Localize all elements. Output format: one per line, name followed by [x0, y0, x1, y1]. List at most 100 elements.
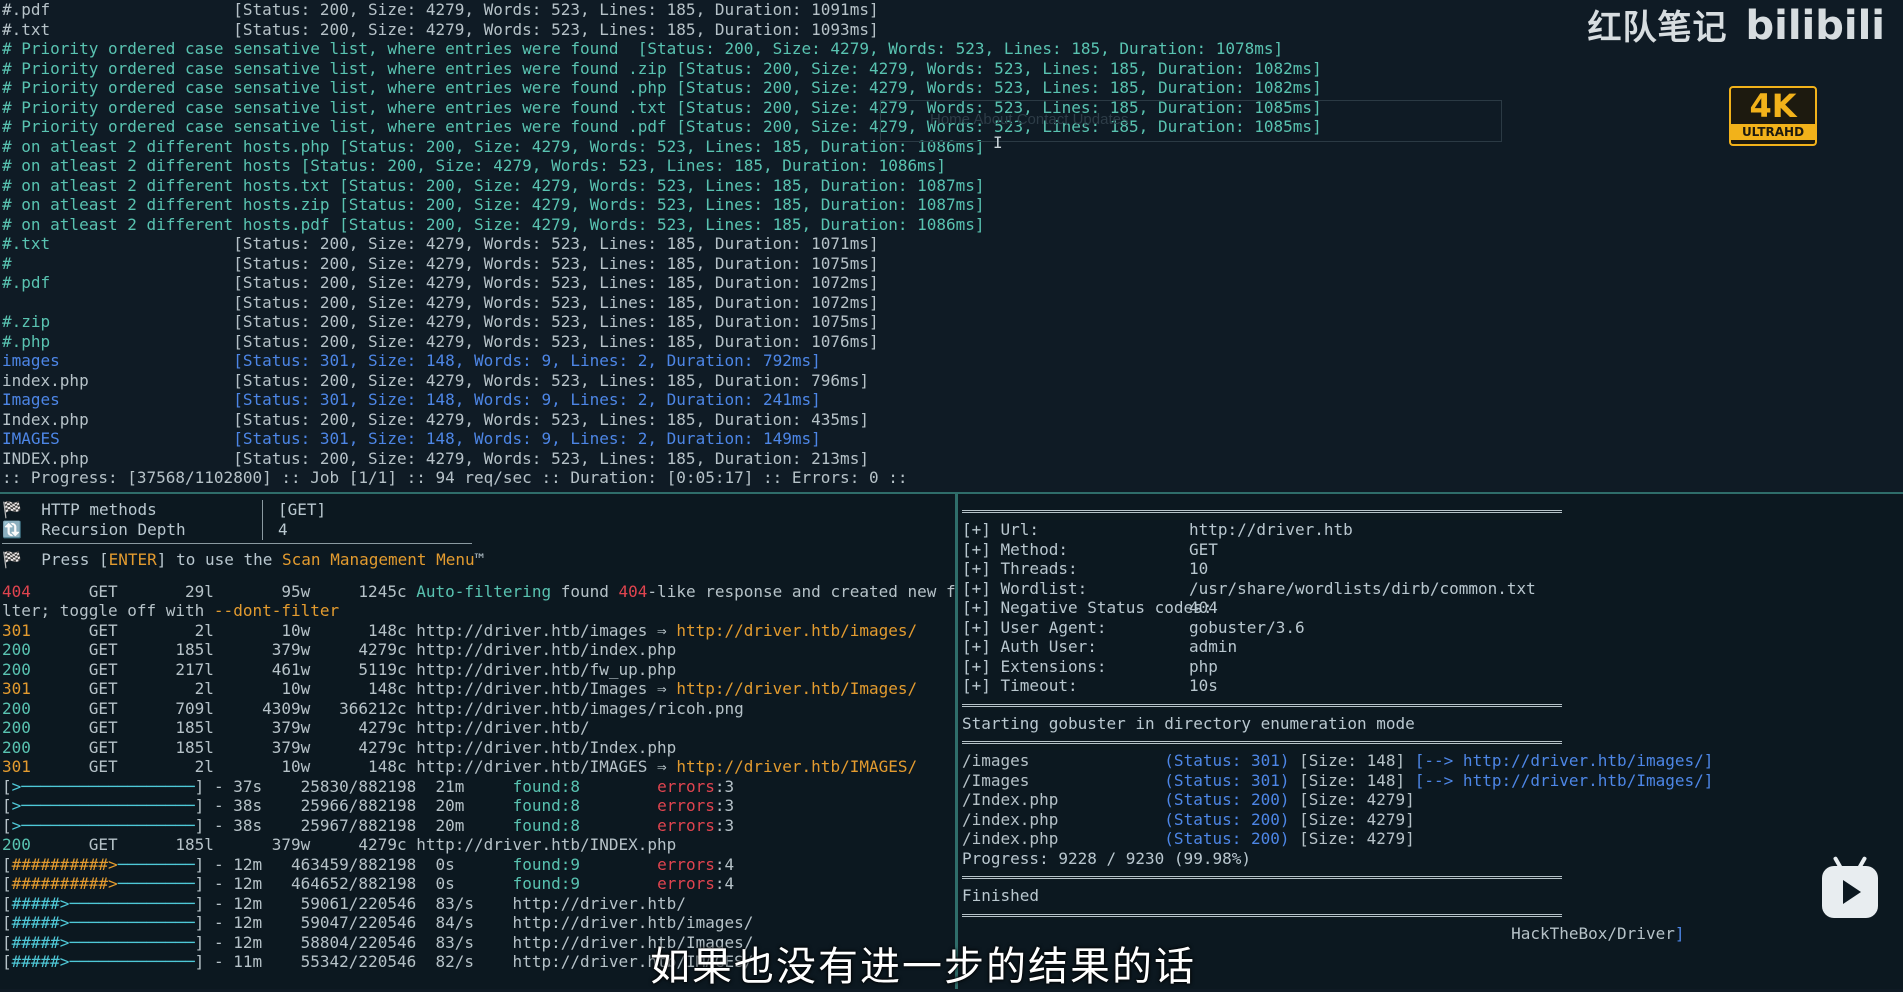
- ferox-line: [>──────────────────] - 37s 25830/882198…: [0, 777, 955, 797]
- watermark: 红队笔记 bilibili: [1587, 2, 1885, 52]
- gobuster-result-line-segment: [Size: 148]: [1289, 770, 1415, 790]
- ferox-line-segment: :4: [714, 874, 735, 893]
- ffuf-line: # Priority ordered case sensative list, …: [0, 78, 1903, 98]
- ferox-line-segment: http://driver.htb/IMAGES/: [676, 757, 918, 776]
- ffuf-line-segment: #.pdf [Status: 200, Size: 4279, Words: 5…: [2, 0, 879, 19]
- 4k-ultrahd-badge: 4K ULTRAHD: [1729, 86, 1817, 146]
- ferox-line-segment: errors: [657, 796, 715, 815]
- gobuster-result-line: /images (Status: 301) [Size: 148] [--> h…: [958, 751, 1903, 771]
- ferox-line-segment: http://driver.htb/images/: [676, 620, 918, 640]
- ffuf-line-segment: # Priority ordered case sensative list, …: [2, 78, 1322, 97]
- press-mid: ] to use the: [156, 550, 283, 569]
- config-key: [+] Extensions:: [962, 656, 1107, 676]
- ferox-line-segment: errors: [657, 776, 715, 796]
- ffuf-line: # on atleast 2 different hosts [Status: …: [0, 156, 1903, 176]
- ferox-line-segment: :3: [714, 776, 735, 796]
- ferox-line: 301 GET 2l 10w 148c http://driver.htb/im…: [0, 621, 955, 641]
- config-key: [+] Auth User:: [962, 637, 1097, 656]
- results-bottom-rule: [962, 876, 1562, 879]
- ferox-line-segment: [: [2, 952, 12, 971]
- ferox-line: [#####>─────────────] - 12m 59061/220546…: [0, 894, 955, 914]
- ferox-line: 301 GET 2l 10w 148c http://driver.htb/Im…: [0, 679, 955, 699]
- ferox-line-segment: [: [2, 932, 12, 952]
- ferox-line: [>──────────────────] - 38s 25966/882198…: [0, 796, 955, 816]
- ferox-line-segment: GET 185l 379w 4279c http://driver.htb/in…: [30, 640, 677, 659]
- config-value: 10: [1189, 559, 1209, 578]
- ferox-line-segment: ────────: [117, 874, 195, 893]
- config-value: GET: [1189, 539, 1218, 559]
- ferox-line: 301 GET 2l 10w 148c http://driver.htb/IM…: [0, 757, 955, 777]
- gobuster-result-line-segment: /Images: [962, 770, 1165, 790]
- ferox-line: 200 GET 185l 379w 4279c http://driver.ht…: [0, 835, 955, 855]
- ffuf-line: # on atleast 2 different hosts.txt [Stat…: [0, 176, 1903, 196]
- ferox-line-segment: 200: [2, 835, 31, 854]
- ferox-line-segment: [: [2, 913, 12, 932]
- gobuster-result-line: /index.php (Status: 200) [Size: 4279]: [958, 829, 1903, 849]
- ffuf-output-pane[interactable]: Home About Contact Updates #.pdf [Status…: [0, 0, 1903, 492]
- gobuster-result-line-segment: (Status: 200): [1164, 829, 1290, 848]
- ferox-line-segment: 200: [2, 640, 31, 659]
- ferox-line-segment: Auto-filtering: [416, 581, 552, 601]
- gobuster-pane[interactable]: [+] Url: http://driver.htb [+] Method: GET[…: [958, 494, 1903, 989]
- ferox-line-segment: GET 185l 379w 4279c http://driver.htb/IN…: [30, 835, 677, 854]
- ffuf-line: #.txt [Status: 200, Size: 4279, Words: 5…: [0, 234, 1903, 254]
- gobuster-result-line: /Images (Status: 301) [Size: 148] [--> h…: [958, 771, 1903, 791]
- ffuf-line-segment: [Status: 200, Size: 4279, Words: 523, Li…: [233, 312, 879, 331]
- ferox-line-segment: GET 2l 10w 148c http://driver.htb/Images…: [30, 679, 677, 698]
- feroxbuster-pane[interactable]: 🏁 HTTP methods [GET] 🔃 Recursion Depth 4 🏁…: [0, 494, 955, 989]
- ferox-line-segment: [: [2, 893, 12, 913]
- gobuster-config-list: [+] Url: http://driver.htb [+] Method: GET[…: [958, 520, 1903, 696]
- ffuf-line-segment: #.pdf: [2, 273, 234, 292]
- watermark-channel-text: 红队笔记: [1587, 8, 1728, 48]
- ffuf-line-segment: [Status: 200, Size: 4279, Words: 523, Li…: [233, 273, 879, 292]
- ferox-line-segment: 404: [2, 581, 31, 601]
- ffuf-line-segment: # on atleast 2 different hosts.php [Stat…: [2, 136, 985, 156]
- config-value: http://driver.htb: [1189, 520, 1353, 539]
- config-row: [+] Timeout: 10s: [958, 676, 1903, 696]
- ffuf-line-segment: #.txt: [2, 234, 234, 253]
- ferox-line-segment: ] - 12m 59061/220546 83/s http://driver.…: [194, 893, 686, 913]
- ferox-line-segment: [580, 855, 657, 874]
- ferox-line-segment: 301: [2, 679, 31, 698]
- ffuf-result-lines: #.pdf [Status: 200, Size: 4279, Words: 5…: [0, 0, 1903, 488]
- ffuf-line: # on atleast 2 different hosts.pdf [Stat…: [0, 215, 1903, 235]
- scan-management-menu-link[interactable]: Scan Management Menu: [282, 550, 475, 569]
- ffuf-line-segment: [Status: 200, Size: 4279, Words: 523, Li…: [233, 331, 879, 351]
- ferox-line: 200 GET 185l 379w 4279c http://driver.ht…: [0, 738, 955, 758]
- ferox-line-segment: GET 709l 4309w 366212c http://driver.htb…: [30, 698, 744, 718]
- ffuf-line-segment: # on atleast 2 different hosts.pdf [Stat…: [2, 214, 985, 234]
- config-key: [+] Negative Status codes:: [962, 598, 1213, 617]
- gobuster-result-line-segment: [--> http://driver.htb/Images/]: [1414, 770, 1714, 790]
- config-row: [+] Wordlist: /usr/share/wordlists/dirb/c…: [958, 579, 1903, 599]
- ffuf-line: #.php [Status: 200, Size: 4279, Words: 5…: [0, 332, 1903, 352]
- ffuf-line: # [Status: 200, Size: 4279, Words: 523, …: [0, 254, 1903, 274]
- ffuf-line: INDEX.php [Status: 200, Size: 4279, Word…: [0, 449, 1903, 469]
- config-row: [+] Auth User: admin: [958, 637, 1903, 657]
- press-enter-row: 🏁 Press [ENTER] to use the Scan Manageme…: [0, 550, 955, 570]
- 4k-label: 4K: [1749, 87, 1797, 125]
- ffuf-line-segment: INDEX.php [Status: 200, Size: 4279, Word…: [2, 448, 869, 468]
- ferox-line: [##########>────────] - 12m 463459/88219…: [0, 855, 955, 875]
- ferox-line-segment: [: [2, 874, 12, 893]
- ferox-line-segment: :4: [714, 854, 735, 874]
- http-methods-label: HTTP methods: [41, 500, 157, 519]
- finished-text: Finished: [962, 886, 1040, 905]
- shell-prompt[interactable]: HackTheBox/Driver]: [958, 924, 1903, 944]
- bilibili-tv-icon[interactable]: [1822, 855, 1878, 918]
- ferox-line-segment: [: [2, 796, 12, 815]
- config-value: 404: [1189, 598, 1218, 617]
- gobuster-result-line: /Index.php (Status: 200) [Size: 4279]: [958, 790, 1903, 810]
- gobuster-result-line-segment: [Size: 148]: [1289, 751, 1415, 770]
- ffuf-line: Images [Status: 301, Size: 148, Words: 9…: [0, 390, 1903, 410]
- config-top-rule: [962, 510, 1562, 513]
- ffuf-line: # on atleast 2 different hosts.zip [Stat…: [0, 195, 1903, 215]
- ferox-line-segment: errors: [657, 874, 715, 893]
- ffuf-line: index.php [Status: 200, Size: 4279, Word…: [0, 371, 1903, 391]
- config-key: [+] Threads:: [962, 559, 1078, 578]
- ffuf-line-segment: index.php [Status: 200, Size: 4279, Word…: [2, 370, 869, 390]
- ffuf-line: Index.php [Status: 200, Size: 4279, Word…: [0, 410, 1903, 430]
- press-prefix: Press [: [41, 550, 109, 569]
- ferox-line-segment: http://driver.htb/Images/: [676, 679, 918, 698]
- gobuster-result-line-segment: (Status: 200): [1164, 790, 1290, 809]
- ferox-line: 200 GET 217l 461w 5119c http://driver.ht…: [0, 660, 955, 680]
